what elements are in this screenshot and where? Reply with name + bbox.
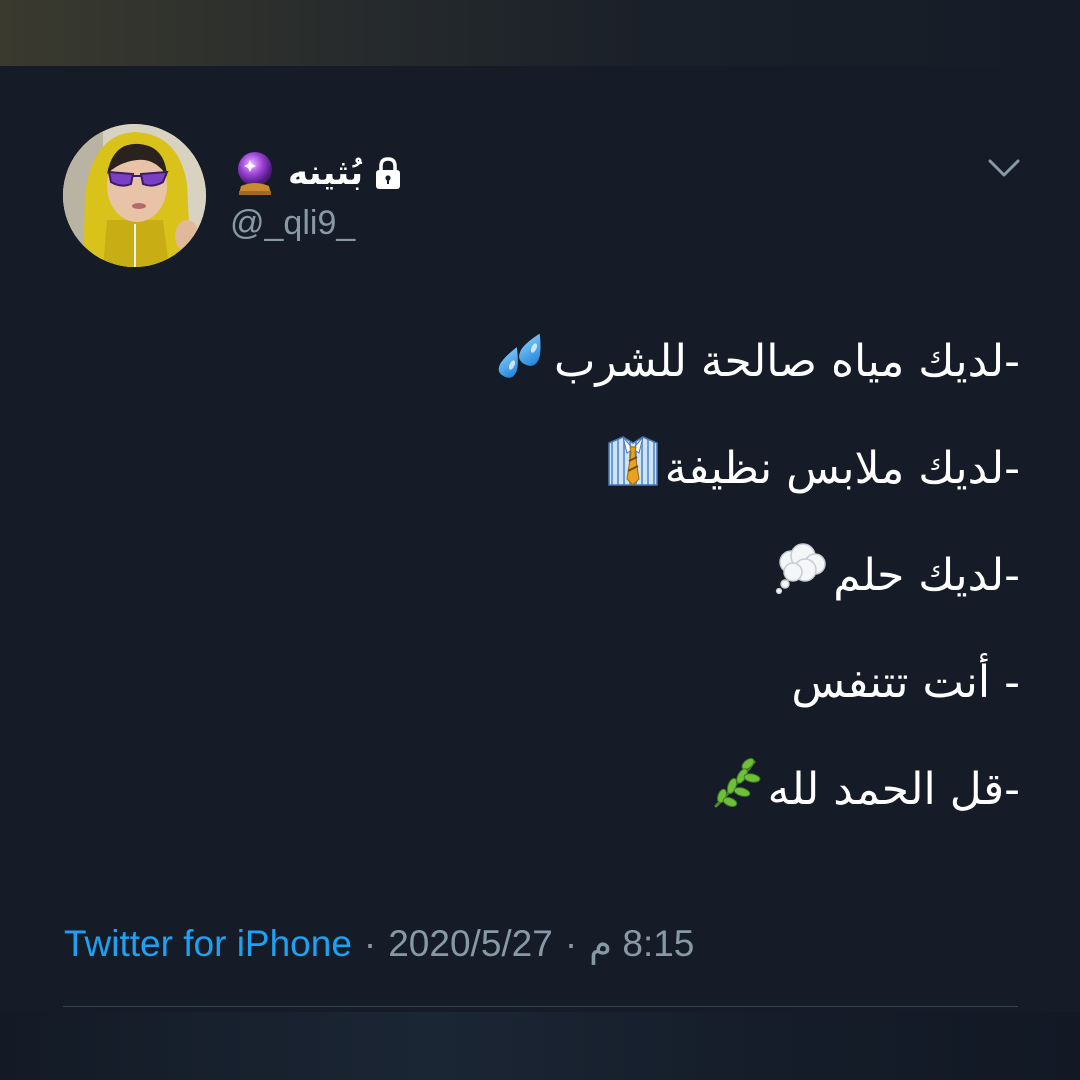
shirt-tie-icon <box>605 433 661 505</box>
tweet-meta: Twitter for iPhone · 2020/5/27 · 8:15 م <box>64 918 694 970</box>
sweat-droplets-icon <box>494 326 550 398</box>
user-handle[interactable]: @_qli9_ <box>230 201 355 245</box>
herb-icon <box>708 754 764 826</box>
top-blurred-strip <box>0 0 1080 66</box>
tweet-time: 8:15 م <box>589 923 695 964</box>
tweet-line-text: -لديك حلم <box>833 550 1020 601</box>
tweet-line-text: -قل الحمد لله <box>767 764 1020 815</box>
tweet-line: - أنت تتنفس <box>60 653 1020 713</box>
tweet-date: 2020/5/27 <box>388 923 553 964</box>
tweet-line: -لديك مياه صالحة للشرب <box>60 332 1020 392</box>
tweet-line-text: -لديك ملابس نظيفة <box>664 443 1020 494</box>
chevron-down-icon[interactable] <box>986 153 1022 183</box>
thought-balloon-icon <box>773 540 829 612</box>
meta-separator: · <box>564 923 578 964</box>
source-link[interactable]: Twitter for iPhone <box>64 918 352 970</box>
tweet-text: -لديك مياه صالحة للشرب -لديك ملابس نظيفة <box>60 332 1020 867</box>
divider <box>63 1006 1018 1007</box>
avatar[interactable] <box>63 124 206 267</box>
tweet-line: -قل الحمد لله <box>60 758 1020 820</box>
lock-icon <box>373 156 403 190</box>
tweet-line: -لديك ملابس نظيفة <box>60 436 1020 499</box>
tweet-line-text: - أنت تتنفس <box>791 657 1020 708</box>
display-name[interactable]: بُثينه <box>288 150 363 196</box>
crystal-ball-icon <box>232 150 278 196</box>
name-row: بُثينه <box>232 148 403 198</box>
tweet-line-text: -لديك مياه صالحة للشرب <box>553 336 1020 387</box>
bottom-blurred-strip <box>0 1012 1080 1080</box>
meta-separator: · <box>363 923 377 964</box>
tweet-line: -لديك حلم <box>60 543 1020 606</box>
